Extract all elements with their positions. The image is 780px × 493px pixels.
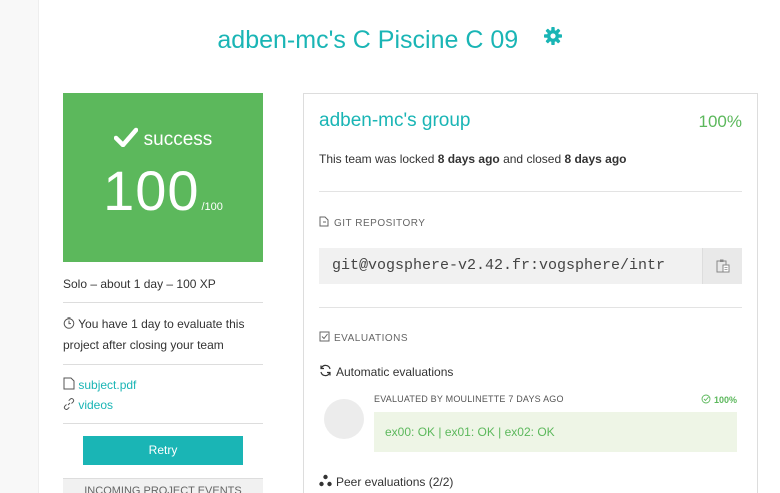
peer-evaluations-label: Peer evaluations (2/2) (336, 475, 454, 489)
checkmark-icon (113, 127, 138, 153)
evaluations-section-label: EVALUATIONS (319, 331, 408, 345)
group-name[interactable]: adben-mc's group (319, 110, 471, 132)
git-section-label: GIT REPOSITORY (319, 216, 425, 230)
git-label: GIT REPOSITORY (334, 217, 426, 229)
group-percent: 100% (698, 112, 742, 131)
avatar (324, 399, 364, 439)
closed-prefix: and closed (499, 152, 565, 166)
evaluate-notice-text: You have 1 day to evaluate this project … (63, 317, 245, 352)
divider (63, 423, 263, 424)
clock-icon (63, 315, 75, 335)
team-status: This team was locked 8 days ago and clos… (319, 152, 627, 166)
peers-icon (319, 474, 332, 490)
locked-when: 8 days ago (437, 152, 500, 166)
git-icon (319, 216, 330, 230)
success-card: success 100 /100 (63, 93, 263, 262)
checklist-icon (319, 331, 330, 345)
score: 100 /100 (63, 163, 263, 219)
evaluation-percent: 100% (701, 394, 737, 406)
git-repository-field[interactable]: git@vogsphere-v2.42.fr:vogsphere/intr (319, 248, 742, 284)
divider (319, 191, 742, 192)
divider (319, 307, 742, 308)
closed-when: 8 days ago (564, 152, 627, 166)
subject-row: subject.pdf (63, 375, 263, 396)
score-max: /100 (201, 201, 223, 213)
score-value: 100 (103, 159, 200, 222)
divider (63, 364, 263, 365)
check-circle-icon (701, 394, 711, 406)
git-url[interactable]: git@vogsphere-v2.42.fr:vogsphere/intr (332, 257, 699, 274)
status-label: success (143, 129, 213, 150)
evaluation-percent-value: 100% (713, 395, 737, 405)
gear-icon[interactable] (543, 26, 563, 51)
peer-evaluations-heading: Peer evaluations (2/2) (319, 474, 453, 490)
evaluations-label: EVALUATIONS (334, 332, 409, 344)
header: adben-mc's C Piscine C 09 (0, 26, 780, 55)
group-panel: adben-mc's group 100% This team was lock… (303, 93, 758, 493)
evaluate-notice: You have 1 day to evaluate this project … (63, 314, 263, 355)
videos-row: videos (63, 395, 263, 416)
success-status: success (63, 127, 263, 153)
evaluation-result: ex00: OK | ex01: OK | ex02: OK (374, 412, 737, 452)
page-title: adben-mc's C Piscine C 09 (217, 26, 519, 54)
automatic-evaluations-label: Automatic evaluations (336, 365, 454, 379)
videos-link[interactable]: videos (78, 398, 113, 412)
project-meta: Solo – about 1 day – 100 XP (63, 277, 216, 291)
left-sidebar-strip (0, 0, 39, 493)
evaluated-by: EVALUATED BY MOULINETTE 7 DAYS AGO (374, 394, 564, 404)
divider (63, 302, 263, 303)
locked-prefix: This team was locked (319, 152, 438, 166)
automatic-evaluations-heading: Automatic evaluations (319, 364, 453, 380)
refresh-icon (319, 364, 332, 380)
clipboard-icon[interactable] (702, 248, 742, 284)
link-icon (63, 396, 75, 416)
subject-link[interactable]: subject.pdf (78, 378, 136, 392)
retry-button[interactable]: Retry (83, 436, 243, 465)
document-icon (63, 376, 75, 396)
incoming-events-header[interactable]: INCOMING PROJECT EVENTS (63, 478, 263, 493)
